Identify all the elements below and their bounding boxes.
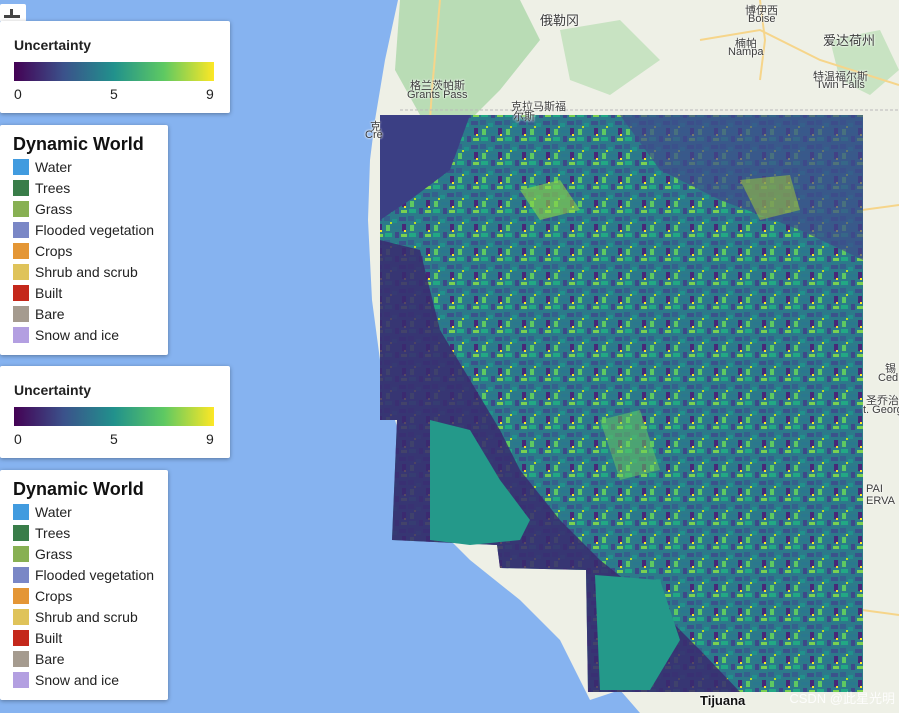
legend-item-shrub-and-scrub: Shrub and scrub bbox=[13, 609, 138, 625]
map-label-cedar: Ced bbox=[878, 372, 899, 384]
map-label-twin-falls: Twin Falls bbox=[816, 79, 865, 91]
legend-item-crops: Crops bbox=[13, 588, 72, 604]
legend-label: Snow and ice bbox=[35, 327, 120, 343]
map-label-nampa: Nampa bbox=[728, 46, 764, 58]
swatch bbox=[13, 504, 29, 520]
legend-title: Uncertainty bbox=[14, 37, 92, 53]
legend-label: Shrub and scrub bbox=[35, 264, 138, 280]
uncertainty-legend: Uncertainty 0 5 9 bbox=[0, 21, 230, 113]
swatch bbox=[13, 222, 29, 238]
legend-title: Uncertainty bbox=[14, 382, 92, 398]
legend-item-water: Water bbox=[13, 159, 72, 175]
legend-label: Snow and ice bbox=[35, 672, 120, 688]
swatch bbox=[13, 327, 29, 343]
legend-label: Grass bbox=[35, 201, 73, 217]
color-ramp bbox=[14, 62, 214, 81]
tick-max: 9 bbox=[206, 86, 214, 102]
draw-tool-icon[interactable] bbox=[0, 4, 26, 22]
map-label-grants-pass: Grants Pass bbox=[407, 89, 468, 101]
legend-label: Water bbox=[35, 504, 72, 520]
swatch bbox=[13, 546, 29, 562]
legend-item-snow-and-ice: Snow and ice bbox=[13, 672, 119, 688]
legend-label: Flooded vegetation bbox=[35, 567, 155, 583]
swatch bbox=[13, 285, 29, 301]
swatch bbox=[13, 630, 29, 646]
legend-label: Shrub and scrub bbox=[35, 609, 138, 625]
legend-item-built: Built bbox=[13, 285, 62, 301]
swatch bbox=[13, 651, 29, 667]
legend-label: Trees bbox=[35, 525, 71, 541]
swatch bbox=[13, 264, 29, 280]
legend-title: Dynamic World bbox=[13, 134, 144, 154]
legend-label: Crops bbox=[35, 243, 73, 259]
map-label-idaho: 爱达荷州 bbox=[823, 33, 876, 48]
swatch bbox=[13, 243, 29, 259]
swatch bbox=[13, 672, 29, 688]
swatch bbox=[13, 180, 29, 196]
tick-mid: 5 bbox=[110, 86, 118, 102]
legend-item-crops: Crops bbox=[13, 243, 72, 259]
legend-item-water: Water bbox=[13, 504, 72, 520]
legend-item-trees: Trees bbox=[13, 180, 70, 196]
swatch bbox=[13, 609, 29, 625]
tick-min: 0 bbox=[14, 431, 22, 447]
swatch bbox=[13, 525, 29, 541]
map-label-tijuana: Tijuana bbox=[700, 693, 746, 708]
legend-label: Trees bbox=[35, 180, 71, 196]
map-label-crescent: Cre bbox=[365, 129, 383, 141]
legend-label: Grass bbox=[35, 546, 73, 562]
tick-mid: 5 bbox=[110, 431, 118, 447]
legend-label: Bare bbox=[35, 306, 65, 322]
legend-title: Dynamic World bbox=[13, 479, 144, 499]
legend-item-trees: Trees bbox=[13, 525, 70, 541]
map-label-klamath-partial: 尔斯 bbox=[513, 111, 535, 123]
tick-max: 9 bbox=[206, 431, 214, 447]
legend-label: Flooded vegetation bbox=[35, 222, 155, 238]
legend-item-built: Built bbox=[13, 630, 62, 646]
legend-item-shrub-and-scrub: Shrub and scrub bbox=[13, 264, 138, 280]
legend-label: Bare bbox=[35, 651, 65, 667]
legend-item-flooded-vegetation: Flooded vegetation bbox=[13, 222, 154, 238]
legend-label: Built bbox=[35, 630, 63, 646]
map-label-oregon: 俄勒冈 bbox=[540, 13, 580, 28]
legend-label: Built bbox=[35, 285, 63, 301]
dynamic-world-legend: Dynamic World Water Trees Grass Flooded … bbox=[0, 470, 168, 700]
swatch bbox=[13, 201, 29, 217]
dynamic-world-legend: Dynamic World Water Trees Grass Flooded … bbox=[0, 125, 168, 355]
map-label-kaibab-2: ERVA bbox=[866, 495, 895, 507]
legend-item-bare: Bare bbox=[13, 306, 65, 322]
uncertainty-legend: Uncertainty 0 5 9 bbox=[0, 366, 230, 458]
legend-item-grass: Grass bbox=[13, 201, 72, 217]
legend-item-bare: Bare bbox=[13, 651, 65, 667]
color-ramp bbox=[14, 407, 214, 426]
legend-item-snow-and-ice: Snow and ice bbox=[13, 327, 119, 343]
map-label-boise: Boise bbox=[748, 13, 776, 25]
legend-label: Crops bbox=[35, 588, 73, 604]
swatch bbox=[13, 159, 29, 175]
tick-min: 0 bbox=[14, 86, 22, 102]
legend-item-flooded-vegetation: Flooded vegetation bbox=[13, 567, 154, 583]
swatch bbox=[13, 306, 29, 322]
legend-label: Water bbox=[35, 159, 72, 175]
watermark: CSDN @此星光明 bbox=[789, 691, 895, 706]
legend-item-grass: Grass bbox=[13, 546, 72, 562]
map-label-kaibab-1: PAI bbox=[866, 483, 883, 495]
swatch bbox=[13, 567, 29, 583]
swatch bbox=[13, 588, 29, 604]
map-label-st-george: t. Georg bbox=[863, 404, 899, 416]
